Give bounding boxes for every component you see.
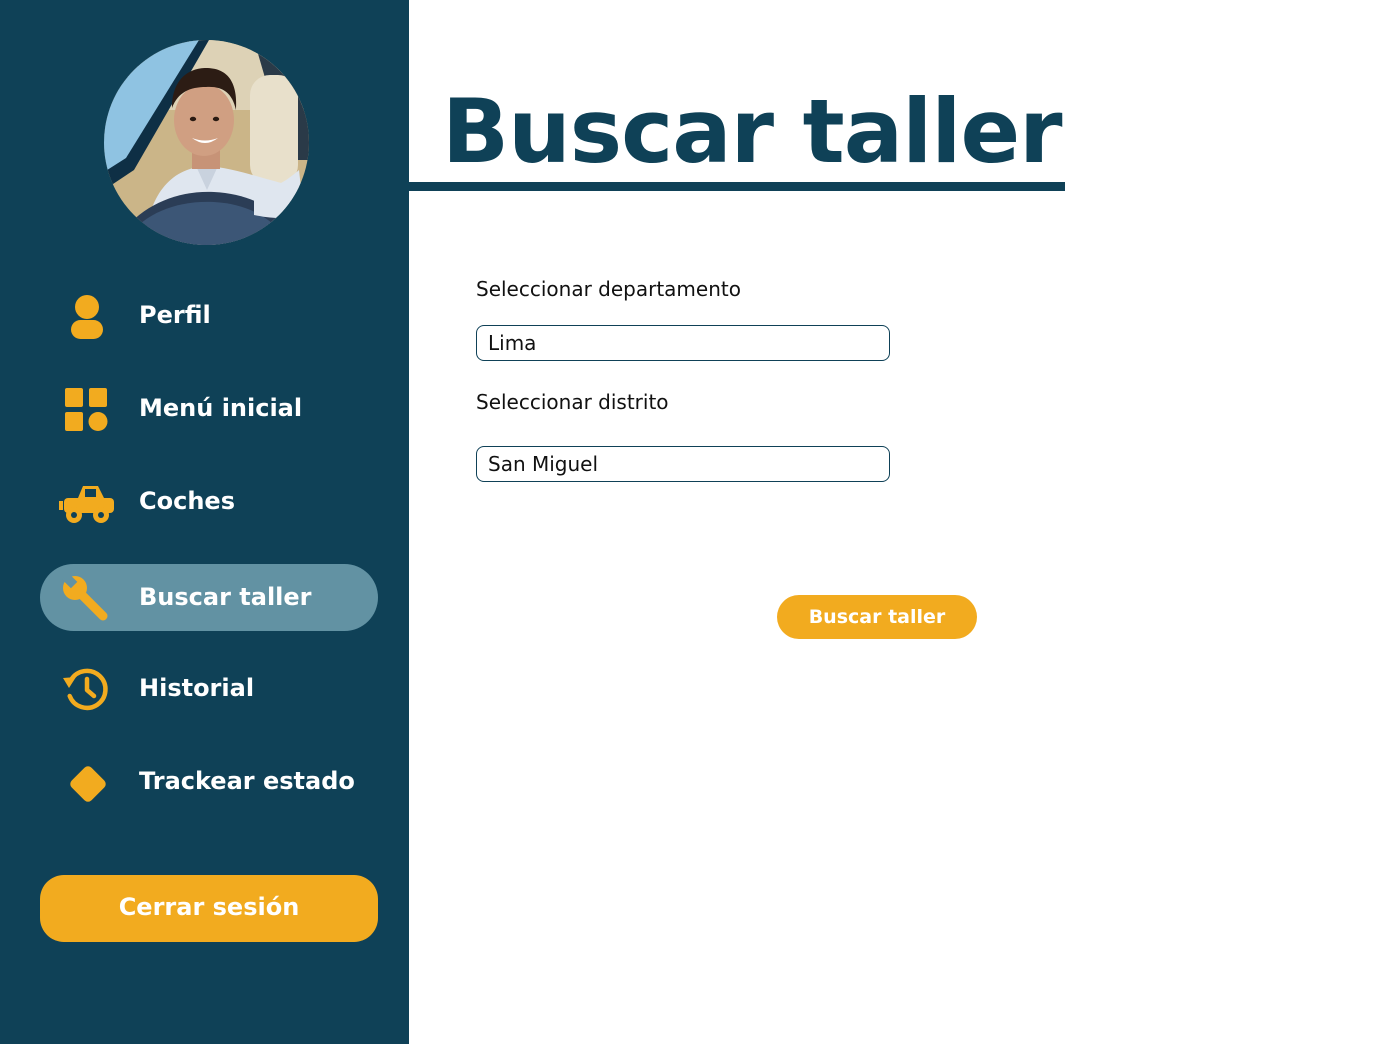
person-icon	[58, 292, 116, 340]
search-workshop-button[interactable]: Buscar taller	[777, 595, 977, 639]
sidebar-item-label: Perfil	[139, 301, 211, 329]
page-title: Buscar taller	[442, 80, 1063, 183]
district-field[interactable]	[476, 446, 890, 482]
sidebar-item-menu-inicial[interactable]: Menú inicial	[40, 375, 378, 442]
user-avatar-photo	[104, 40, 309, 245]
sidebar-item-label: Historial	[139, 674, 255, 702]
sidebar: Perfil Menú inicial Coches Buscar taller…	[0, 0, 409, 1044]
sidebar-item-trackear-estado[interactable]: Trackear estado	[40, 748, 378, 815]
district-label: Seleccionar distrito	[476, 390, 669, 414]
sidebar-item-label: Menú inicial	[139, 394, 303, 422]
car-icon	[58, 478, 116, 526]
diamond-icon	[58, 758, 116, 806]
sidebar-item-label: Trackear estado	[139, 767, 355, 795]
department-field[interactable]	[476, 325, 890, 361]
sidebar-item-coches[interactable]: Coches	[40, 468, 378, 535]
title-underline	[409, 182, 1065, 191]
grid-icon	[58, 385, 116, 433]
sidebar-item-perfil[interactable]: Perfil	[40, 282, 378, 349]
department-label: Seleccionar departamento	[476, 277, 741, 301]
history-icon	[58, 665, 116, 713]
user-avatar[interactable]	[104, 40, 309, 245]
sidebar-item-label: Buscar taller	[139, 583, 312, 611]
sidebar-item-historial[interactable]: Historial	[40, 655, 378, 722]
sidebar-item-buscar-taller[interactable]: Buscar taller	[40, 564, 378, 631]
logout-button[interactable]: Cerrar sesión	[40, 875, 378, 942]
sidebar-item-label: Coches	[139, 487, 235, 515]
wrench-icon	[58, 574, 116, 622]
